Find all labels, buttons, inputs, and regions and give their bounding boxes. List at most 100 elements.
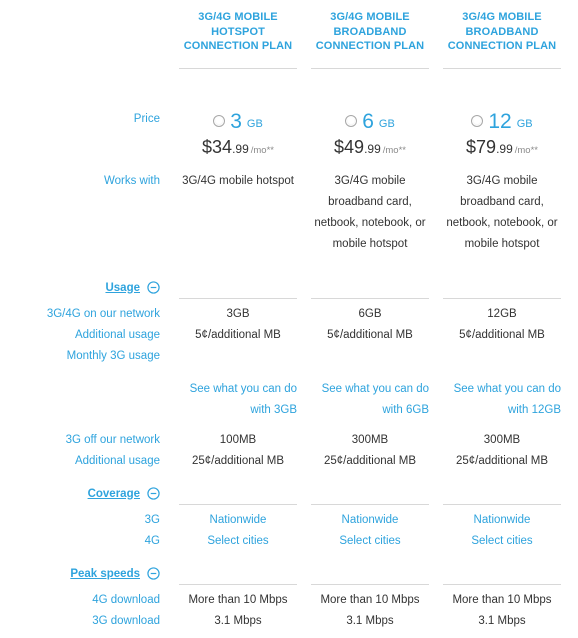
coverage-3g-value-1[interactable]: Nationwide (210, 514, 267, 526)
header-spacer (0, 0, 172, 62)
peak-speeds-section-label[interactable]: Peak speeds (70, 568, 140, 580)
coverage-3g-cell-3: Nationwide (436, 510, 568, 531)
see-what-link-3[interactable]: See what you can do with 12GB (454, 383, 561, 416)
gap-before-coverage (0, 472, 578, 483)
label-off-our-network: 3G off our network (65, 434, 160, 446)
speed-3g-1: 3.1 Mbps (214, 615, 262, 627)
header-row: 3G/4G MOBILE HOTSPOT CONNECTION PLAN 3G/… (0, 0, 578, 62)
plan-comparison-page: 3G/4G MOBILE HOTSPOT CONNECTION PLAN 3G/… (0, 0, 578, 638)
coverage-head-spacer-1 (172, 483, 304, 504)
works-with-2: 3G/4G mobile broadband card, netbook, no… (314, 175, 426, 250)
plan-select-2[interactable]: 6 GB (304, 109, 436, 133)
speed-3g-3: 3.1 Mbps (478, 615, 526, 627)
header-rule-row (0, 62, 578, 69)
plan-title-1: 3G/4G MOBILE HOTSPOT CONNECTION PLAN (183, 11, 293, 52)
peak-speeds-section-row: Peak speeds (0, 563, 578, 584)
coverage-4g-cell-2: Select cities (304, 531, 436, 552)
peak-head-spacer-1 (172, 563, 304, 584)
price-cell-2: 6 GB $49.99/mo** (304, 95, 436, 158)
on-network-1: 3GB (226, 308, 250, 320)
coverage-3g-value-3[interactable]: Nationwide (474, 514, 531, 526)
plan-gb-unit-1: GB (246, 117, 263, 130)
additional-usage-off-1: 25¢/additional MB (191, 455, 285, 467)
coverage-4g-value-3[interactable]: Select cities (471, 535, 532, 547)
plan-radio-2[interactable] (345, 115, 358, 127)
label-coverage-4g: 4G (144, 535, 160, 547)
coverage-4g-cell-3: Select cities (436, 531, 568, 552)
usage-section-label[interactable]: Usage (105, 282, 140, 294)
price-cents-1: .99 (232, 142, 249, 156)
gap-after-see-what (0, 421, 578, 430)
coverage-section-header[interactable]: Coverage (0, 483, 172, 504)
plan-select-3[interactable]: 12 GB (436, 109, 568, 133)
coverage-4g-cell-1: Select cities (172, 531, 304, 552)
label-coverage-3g: 3G (144, 514, 160, 526)
price-cell-1: 3 GB $34.99/mo** (172, 95, 304, 158)
plan-选-1[interactable]: 3 GB (172, 109, 304, 133)
collapse-minus-icon-usage[interactable] (147, 281, 160, 294)
additional-usage-row: Additional usage 5¢/additional MB 5¢/add… (0, 325, 578, 346)
on-network-row: 3G/4G on our network 3GB 6GB 12GB (0, 304, 578, 325)
coverage-3g-value-2[interactable]: Nationwide (342, 514, 399, 526)
gap-before-see-what (0, 367, 578, 379)
coverage-3g-row: 3G Nationwide Nationwide Nationwide (0, 510, 578, 531)
collapse-minus-icon-coverage[interactable] (147, 487, 160, 500)
additional-usage-3: 5¢/additional MB (459, 329, 545, 341)
header-gap (0, 69, 578, 95)
usage-section-header[interactable]: Usage (0, 277, 172, 298)
coverage-3g-cell-1: Nationwide (172, 510, 304, 531)
plan-price-3: $79.99/mo** (436, 137, 568, 158)
usage-head-spacer-1 (172, 277, 304, 298)
speed-4g-row: 4G download More than 10 Mbps More than … (0, 590, 578, 611)
coverage-head-spacer-2 (304, 483, 436, 504)
plan-price-1: $34.99/mo** (172, 137, 304, 158)
see-what-label-spacer (0, 379, 172, 421)
coverage-3g-cell-2: Nationwide (304, 510, 436, 531)
see-what-row: See what you can do with 3GB See what yo… (0, 379, 578, 421)
see-what-wrap-2: See what you can do with 6GB (304, 379, 436, 421)
monthly-3g-row: Monthly 3G usage (0, 346, 578, 367)
gap-after-works-with (0, 255, 578, 277)
plan-gb-2: 6 (362, 109, 374, 133)
additional-usage-2: 5¢/additional MB (327, 329, 413, 341)
see-what-wrap-3: See what you can do with 12GB (436, 379, 568, 421)
speed-4g-1: More than 10 Mbps (188, 594, 288, 606)
coverage-section-row: Coverage (0, 483, 578, 504)
plan-title-3: 3G/4G MOBILE BROADBAND CONNECTION PLAN (447, 11, 557, 52)
off-network-2: 300MB (351, 434, 389, 446)
usage-section-row: Usage (0, 277, 578, 298)
coverage-4g-value-2[interactable]: Select cities (339, 535, 400, 547)
price-dollars-3: $79 (466, 137, 497, 157)
price-dollars-2: $49 (334, 137, 365, 157)
price-dollars-1: $34 (202, 137, 233, 157)
see-what-cell-3 (436, 346, 568, 367)
see-what-link-2[interactable]: See what you can do with 6GB (322, 383, 429, 416)
coverage-head-spacer-3 (436, 483, 568, 504)
plan-title-2: 3G/4G MOBILE BROADBAND CONNECTION PLAN (315, 11, 425, 52)
peak-head-spacer-2 (304, 563, 436, 584)
off-network-1: 100MB (219, 434, 257, 446)
price-period-3: /mo** (514, 145, 538, 156)
additional-usage-off-2: 25¢/additional MB (323, 455, 417, 467)
see-what-cell-2 (304, 346, 436, 367)
label-additional-usage-2: Additional usage (74, 455, 160, 467)
coverage-4g-value-1[interactable]: Select cities (207, 535, 268, 547)
plan-radio-3[interactable] (471, 115, 484, 127)
plan-gb-unit-2: GB (378, 117, 395, 130)
plan-radio-1[interactable] (213, 115, 226, 127)
label-on-our-network: 3G/4G on our network (46, 308, 160, 320)
usage-head-spacer-2 (304, 277, 436, 298)
see-what-link-1[interactable]: See what you can do with 3GB (190, 383, 297, 416)
on-network-2: 6GB (358, 308, 382, 320)
additional-usage-1: 5¢/additional MB (195, 329, 281, 341)
speed-3g-row: 3G download 3.1 Mbps 3.1 Mbps 3.1 Mbps (0, 611, 578, 632)
collapse-minus-icon-peak-speeds[interactable] (147, 567, 160, 580)
rule-spacer (0, 62, 172, 69)
additional-usage-off-row: Additional usage 25¢/additional MB 25¢/a… (0, 451, 578, 472)
coverage-section-label[interactable]: Coverage (88, 488, 140, 500)
label-monthly-3g-usage: Monthly 3G usage (66, 350, 160, 362)
works-with-1: 3G/4G mobile hotspot (182, 175, 294, 187)
coverage-4g-row: 4G Select cities Select cities Select ci… (0, 531, 578, 552)
works-with-3: 3G/4G mobile broadband card, netbook, no… (446, 175, 558, 250)
peak-speeds-section-header[interactable]: Peak speeds (0, 563, 172, 584)
